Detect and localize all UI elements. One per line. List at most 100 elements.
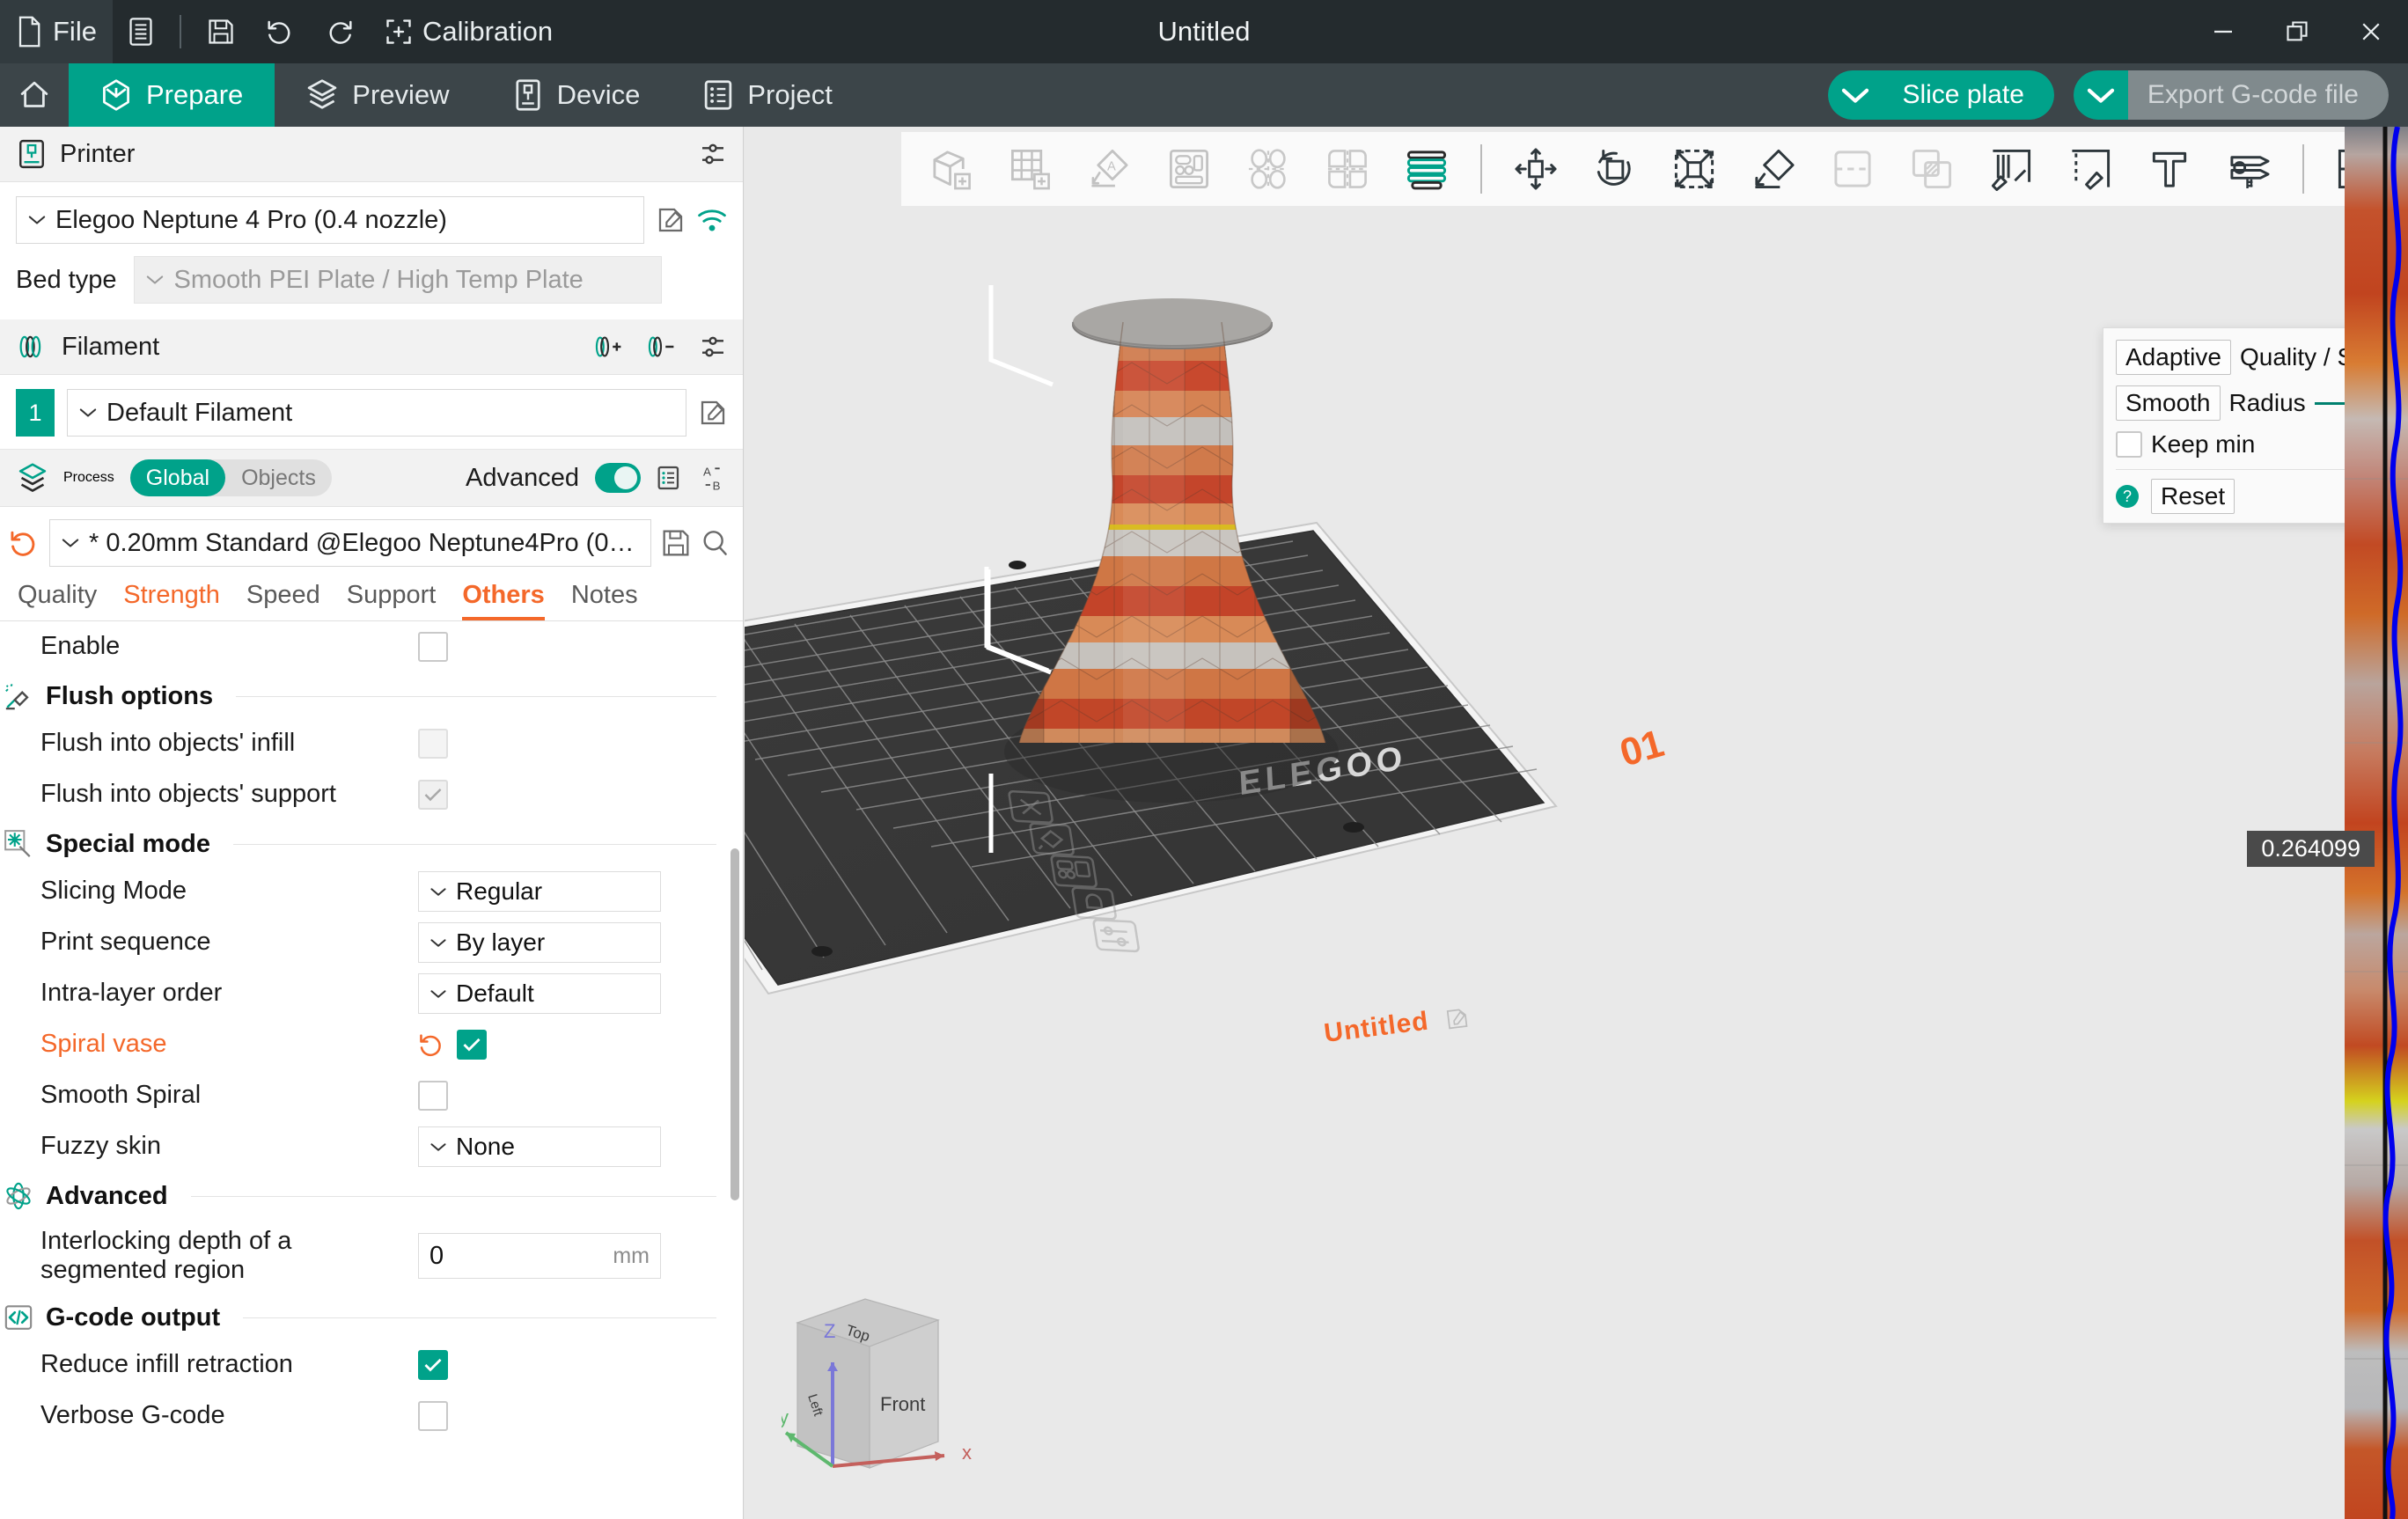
filament-preset-row: 1 Default Filament [0, 375, 743, 449]
redo-button[interactable] [310, 0, 370, 63]
printer-connection-icon[interactable] [697, 207, 727, 233]
setting-row-flush-infill: Flush into objects' infill [0, 718, 743, 769]
tab-notes[interactable]: Notes [571, 581, 638, 620]
slicing-mode-select[interactable]: Regular [418, 871, 661, 912]
adaptive-layer-popup[interactable]: Adaptive Quality / Speed 0.50 Smooth Rad… [2103, 327, 2345, 524]
edit-printer-icon[interactable] [657, 206, 685, 234]
maximize-button[interactable] [2260, 0, 2334, 63]
auto-orient-button[interactable]: A [1072, 136, 1148, 202]
arrange-button[interactable] [1151, 136, 1227, 202]
flush-into-objects-support-checkbox[interactable] [418, 780, 448, 810]
interlocking-depth-input[interactable]: 0 mm [418, 1233, 661, 1279]
print-sequence-value: By layer [456, 928, 546, 956]
print-sequence-select[interactable]: By layer [418, 922, 661, 963]
text-shape-button[interactable] [2132, 136, 2207, 202]
variable-layer-height-bar[interactable]: 0.264099 [2247, 127, 2408, 1519]
preview-icon [306, 78, 338, 112]
measure-button[interactable] [2211, 136, 2287, 202]
setting-label: Interlocking depth of a segmented region [40, 1226, 292, 1284]
export-gcode-button[interactable]: Export G-code file [2127, 70, 2389, 120]
smooth-spiral-checkbox[interactable] [418, 1081, 448, 1111]
tab-speed[interactable]: Speed [246, 581, 320, 620]
rotate-button[interactable] [1577, 136, 1653, 202]
printer-settings-icon[interactable] [699, 140, 727, 168]
filament-section-header: Filament [0, 319, 743, 375]
process-preset-combo[interactable]: * 0.20mm Standard @Elegoo Neptune4Pro (0… [49, 519, 651, 567]
auto-orient-icon: A [1088, 147, 1132, 191]
support-painting-button[interactable] [2052, 136, 2128, 202]
filament-preset-combo[interactable]: Default Filament [67, 389, 686, 437]
spiral-vase-checkbox[interactable] [457, 1030, 487, 1060]
reset-preset-icon[interactable] [9, 528, 39, 558]
layer-height-color-band[interactable] [2345, 127, 2408, 1519]
search-preset-icon[interactable] [701, 529, 729, 557]
save-button[interactable] [192, 0, 250, 63]
help-icon[interactable]: ? [2116, 485, 2139, 508]
tab-prepare[interactable]: Prepare [69, 63, 275, 127]
tab-project[interactable]: Project [672, 63, 863, 127]
slice-plate-dropdown[interactable] [1828, 70, 1883, 120]
fuzzy-skin-select[interactable]: None [418, 1126, 661, 1167]
scope-global-button[interactable]: Global [129, 459, 226, 496]
intra-layer-order-select[interactable]: Default [418, 973, 661, 1014]
radius-slider[interactable] [2314, 390, 2345, 416]
mesh-boolean-button[interactable] [1894, 136, 1970, 202]
minimize-button[interactable] [2186, 0, 2260, 63]
smooth-button[interactable]: Smooth [2116, 385, 2221, 421]
filament-settings-icon[interactable] [699, 333, 727, 361]
scope-objects-button[interactable]: Objects [225, 459, 332, 496]
tab-strength[interactable]: Strength [123, 581, 220, 620]
add-filament-icon[interactable] [593, 334, 623, 360]
reduce-infill-retraction-checkbox[interactable] [418, 1350, 448, 1380]
parameter-list-icon[interactable] [657, 464, 685, 492]
redo-icon [326, 18, 354, 46]
settings-scrollbar-thumb[interactable] [730, 848, 739, 1200]
3d-viewport[interactable]: ELEGOO 01 Untitled A Adaptive Quality / … [745, 127, 2345, 1519]
printer-preset-combo[interactable]: Elegoo Neptune 4 Pro (0.4 nozzle) [16, 196, 644, 244]
keep-min-checkbox[interactable] [2116, 431, 2142, 458]
tab-others[interactable]: Others [462, 581, 546, 620]
tab-preview[interactable]: Preview [275, 63, 481, 127]
export-gcode-dropdown[interactable] [2073, 70, 2128, 120]
scale-icon [1672, 147, 1716, 191]
tab-device[interactable]: Device [481, 63, 672, 127]
bed-type-combo[interactable]: Smooth PEI Plate / High Temp Plate [134, 256, 663, 304]
chevron-down-icon [61, 537, 80, 549]
move-button[interactable] [1498, 136, 1574, 202]
view-cube[interactable]: Top Front Left Z x y [782, 1283, 1046, 1503]
quality-speed-label: Quality / Speed [2239, 343, 2345, 371]
add-plate-button[interactable] [993, 136, 1068, 202]
split-to-parts-button[interactable] [1310, 136, 1385, 202]
interlocking-depth-value: 0 [429, 1241, 444, 1270]
reset-button[interactable]: Reset [2151, 479, 2235, 514]
scale-button[interactable] [1656, 136, 1732, 202]
assembly-button[interactable] [2320, 136, 2345, 202]
compare-presets-icon[interactable]: AB [701, 464, 727, 492]
edit-filament-icon[interactable] [699, 399, 727, 427]
place-on-face-button[interactable] [1736, 136, 1811, 202]
color-painting-button[interactable] [1973, 136, 2049, 202]
split-to-objects-button[interactable] [1230, 136, 1306, 202]
calibration-button[interactable]: Calibration [370, 0, 569, 63]
enable-checkbox[interactable] [418, 632, 448, 662]
save-preset-icon[interactable] [662, 529, 690, 557]
tab-support[interactable]: Support [347, 581, 437, 620]
tab-quality[interactable]: Quality [18, 581, 97, 620]
slice-plate-button[interactable]: Slice plate [1883, 70, 2054, 120]
variable-layer-height-button[interactable] [1389, 136, 1465, 202]
verbose-gcode-checkbox[interactable] [418, 1401, 448, 1431]
advanced-toggle[interactable] [595, 463, 641, 493]
home-button[interactable] [0, 63, 69, 127]
file-menu-button[interactable]: File [0, 0, 113, 63]
flush-into-objects-infill-checkbox[interactable] [418, 729, 448, 759]
close-button[interactable] [2334, 0, 2408, 63]
undo-button[interactable] [250, 0, 310, 63]
edit-plate-name-icon[interactable] [1444, 1006, 1470, 1031]
calibration-label: Calibration [422, 16, 554, 47]
menu-list-button[interactable] [113, 0, 169, 63]
revert-spiral-vase-icon[interactable] [418, 1031, 444, 1058]
adaptive-button[interactable]: Adaptive [2116, 340, 2231, 375]
remove-filament-icon[interactable] [646, 334, 676, 360]
cut-button[interactable] [1815, 136, 1890, 202]
add-object-button[interactable] [914, 136, 989, 202]
